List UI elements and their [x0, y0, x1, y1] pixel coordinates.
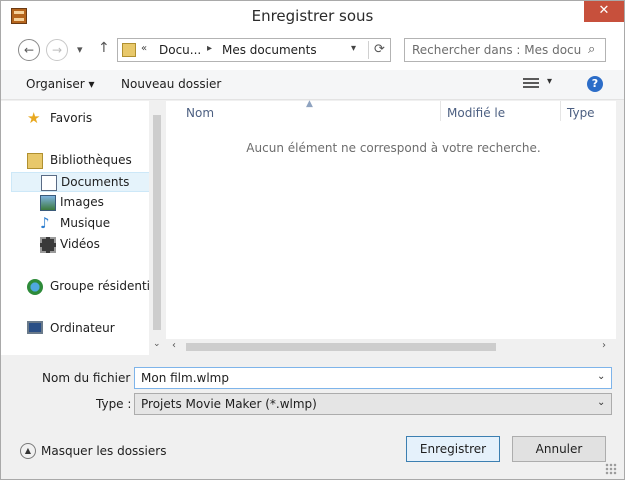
sidebar-item-label: Vidéos: [60, 237, 100, 251]
column-header-modified[interactable]: Modifié le: [447, 106, 505, 120]
empty-message: Aucun élément ne correspond à votre rech…: [246, 141, 541, 155]
forward-button[interactable]: →: [46, 39, 68, 61]
column-header-name[interactable]: Nom: [186, 106, 214, 120]
sidebar-item-label: Groupe résidentiel: [50, 279, 161, 293]
command-bar: Organiser ▾ Nouveau dossier ▾ ?: [1, 70, 624, 100]
window-title: Enregistrer sous: [251, 7, 374, 25]
chevron-up-icon: ▲: [20, 443, 36, 459]
file-list: ▲ Nom Modifié le Type Aucun élément ne c…: [166, 99, 616, 355]
sidebar-item-documents[interactable]: Documents: [11, 172, 151, 192]
chevron-down-icon[interactable]: ⌄: [597, 371, 605, 382]
column-header-type[interactable]: Type: [567, 106, 595, 120]
filename-row: Nom du fichier : Mon film.wlmp ⌄: [1, 367, 624, 389]
breadcrumb-separator-icon[interactable]: ▸: [207, 43, 212, 54]
up-button[interactable]: ↑: [98, 40, 110, 56]
sidebar-item-label: Bibliothèques: [50, 153, 132, 167]
hide-folders-label: Masquer les dossiers: [41, 444, 167, 458]
scroll-down-icon[interactable]: ⌄: [153, 339, 161, 349]
scrollbar-thumb[interactable]: [186, 343, 496, 351]
address-bar[interactable]: « Docu... ▸ Mes documents ▾ ⟳: [117, 38, 391, 62]
libraries-icon: [27, 153, 43, 169]
scrollbar-thumb[interactable]: [153, 115, 161, 330]
scroll-right-icon[interactable]: ›: [602, 340, 606, 351]
filetype-select[interactable]: Projets Movie Maker (*.wlmp) ⌄: [134, 393, 612, 415]
sidebar-item-bibliotheques[interactable]: Bibliothèques: [11, 151, 151, 171]
recent-locations-dropdown[interactable]: ▾: [77, 43, 83, 56]
navigation-scrollbar[interactable]: ⌄: [149, 101, 165, 355]
computer-icon: [27, 321, 43, 334]
back-button[interactable]: ←: [18, 39, 40, 61]
folder-icon: [122, 43, 136, 57]
sidebar-item-images[interactable]: Images: [11, 193, 151, 213]
homegroup-icon: [27, 279, 43, 295]
star-icon: ★: [27, 109, 41, 127]
filename-value: Mon film.wlmp: [141, 371, 229, 385]
filetype-label: Type :: [96, 397, 132, 411]
chevron-down-icon[interactable]: ⌄: [597, 397, 605, 408]
sidebar-item-label: Ordinateur: [50, 321, 115, 335]
dialog-footer: ▲ Masquer les dossiers Enregistrer Annul…: [1, 421, 624, 479]
sidebar-item-label: Images: [60, 195, 104, 209]
save-button[interactable]: Enregistrer: [406, 436, 500, 462]
sidebar-item-videos[interactable]: Vidéos: [11, 235, 151, 255]
search-input[interactable]: Rechercher dans : Mes docu... ⌕: [404, 38, 606, 62]
sidebar-item-favoris[interactable]: ★ Favoris: [11, 109, 151, 129]
resize-grip-icon[interactable]: [605, 463, 617, 475]
navigation-bar: ← → ▾ ↑ « Docu... ▸ Mes documents ▾ ⟳ Re…: [1, 32, 624, 70]
view-dropdown-icon[interactable]: ▾: [547, 76, 552, 87]
scroll-left-icon[interactable]: ‹: [172, 340, 176, 351]
sidebar-item-ordinateur[interactable]: Ordinateur: [11, 319, 151, 339]
sort-ascending-icon: ▲: [306, 99, 313, 109]
save-as-dialog: Enregistrer sous ✕ ← → ▾ ↑ « Docu... ▸ M…: [0, 0, 625, 480]
videos-icon: [40, 237, 56, 253]
sidebar-item-musique[interactable]: ♪ Musique: [11, 214, 151, 234]
documents-icon: [41, 175, 57, 191]
sidebar-item-groupe-residentiel[interactable]: Groupe résidentiel: [11, 277, 161, 297]
new-folder-button[interactable]: Nouveau dossier: [121, 77, 221, 91]
help-icon[interactable]: ?: [587, 76, 603, 92]
cancel-button[interactable]: Annuler: [512, 436, 606, 462]
organize-menu[interactable]: Organiser ▾: [26, 77, 94, 91]
sidebar-item-label: Documents: [61, 175, 130, 189]
filename-field[interactable]: Mon film.wlmp ⌄: [134, 367, 612, 389]
breadcrumb-documents[interactable]: Docu...: [159, 43, 201, 57]
breadcrumb-mes-documents[interactable]: Mes documents: [222, 43, 317, 57]
music-icon: ♪: [40, 214, 50, 232]
images-icon: [40, 195, 56, 211]
filetype-row: Type : Projets Movie Maker (*.wlmp) ⌄: [1, 393, 624, 415]
address-dropdown-icon[interactable]: ▾: [351, 43, 356, 54]
sidebar-item-label: Favoris: [50, 111, 93, 125]
column-divider[interactable]: [440, 101, 441, 121]
navigation-pane: ★ Favoris Bibliothèques Documents Images…: [1, 101, 165, 355]
title-bar: Enregistrer sous ✕: [1, 1, 624, 32]
view-options-icon[interactable]: [523, 78, 539, 90]
search-placeholder: Rechercher dans : Mes docu...: [412, 43, 582, 57]
close-button[interactable]: ✕: [584, 1, 624, 22]
refresh-button[interactable]: ⟳: [368, 41, 390, 59]
overflow-chevron-icon[interactable]: «: [141, 43, 147, 54]
search-icon[interactable]: ⌕: [588, 42, 595, 57]
sidebar-item-label: Musique: [60, 216, 111, 230]
column-divider[interactable]: [560, 101, 561, 121]
filetype-value: Projets Movie Maker (*.wlmp): [141, 397, 317, 411]
horizontal-scrollbar[interactable]: ‹ ›: [166, 339, 616, 355]
filename-label: Nom du fichier :: [42, 371, 139, 385]
